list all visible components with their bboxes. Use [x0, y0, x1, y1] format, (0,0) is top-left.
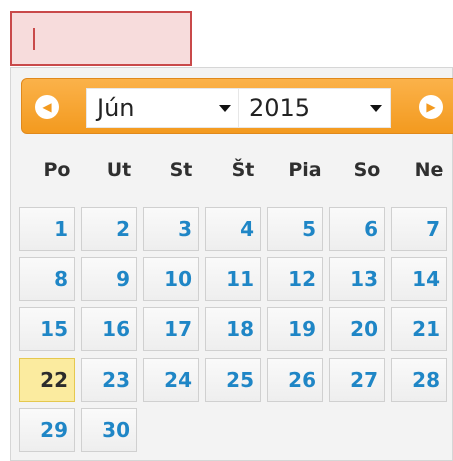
day-cell[interactable]: 7 — [391, 207, 447, 251]
day-cell[interactable]: 10 — [143, 257, 199, 301]
weekday-label: Pia — [288, 159, 322, 181]
chevron-down-icon — [370, 105, 382, 112]
day-cell-today[interactable]: 22 — [19, 358, 75, 402]
day-cell[interactable]: 24 — [143, 358, 199, 402]
month-select[interactable]: Jún — [86, 88, 240, 128]
day-cell[interactable]: 15 — [19, 307, 75, 351]
day-cell[interactable]: 9 — [81, 257, 137, 301]
date-input[interactable] — [10, 11, 192, 66]
day-cell[interactable]: 18 — [205, 307, 261, 351]
weekday-label: Po — [43, 159, 71, 181]
weekday-label: So — [353, 159, 381, 181]
day-cell[interactable]: 29 — [19, 408, 75, 452]
day-cell[interactable]: 16 — [81, 307, 137, 351]
day-cell[interactable]: 21 — [391, 307, 447, 351]
day-cell[interactable]: 23 — [81, 358, 137, 402]
day-cell[interactable]: 30 — [81, 408, 137, 452]
day-cell[interactable]: 17 — [143, 307, 199, 351]
weekday-label: Ut — [106, 159, 132, 181]
day-cell[interactable]: 28 — [391, 358, 447, 402]
day-cell[interactable]: 26 — [267, 358, 323, 402]
day-cell[interactable]: 8 — [19, 257, 75, 301]
chevron-down-icon — [219, 105, 231, 112]
day-cell[interactable]: 6 — [329, 207, 385, 251]
text-caret — [33, 28, 35, 50]
datepicker-header: ◀ Jún 2015 ▶ — [21, 78, 453, 134]
day-cell[interactable]: 2 — [81, 207, 137, 251]
day-cell[interactable]: 11 — [205, 257, 261, 301]
day-cell[interactable]: 13 — [329, 257, 385, 301]
day-cell[interactable]: 12 — [267, 257, 323, 301]
day-cell[interactable]: 25 — [205, 358, 261, 402]
weekday-label: Št — [231, 159, 255, 181]
day-cell[interactable]: 19 — [267, 307, 323, 351]
day-cell[interactable]: 5 — [267, 207, 323, 251]
day-cell[interactable]: 1 — [19, 207, 75, 251]
year-select[interactable]: 2015 — [238, 88, 391, 128]
day-cell[interactable]: 20 — [329, 307, 385, 351]
next-month-icon[interactable]: ▶ — [419, 95, 443, 119]
month-select-value: Jún — [97, 94, 135, 122]
weekday-label: St — [169, 159, 193, 181]
weekday-label: Ne — [414, 159, 444, 181]
prev-month-icon[interactable]: ◀ — [35, 95, 59, 119]
datepicker-popup: ◀ Jún 2015 ▶ Po Ut St Št Pia So Ne 1 2 3… — [10, 67, 453, 461]
day-cell[interactable]: 27 — [329, 358, 385, 402]
year-select-value: 2015 — [249, 94, 311, 122]
day-cell[interactable]: 14 — [391, 257, 447, 301]
day-cell[interactable]: 3 — [143, 207, 199, 251]
day-cell[interactable]: 4 — [205, 207, 261, 251]
